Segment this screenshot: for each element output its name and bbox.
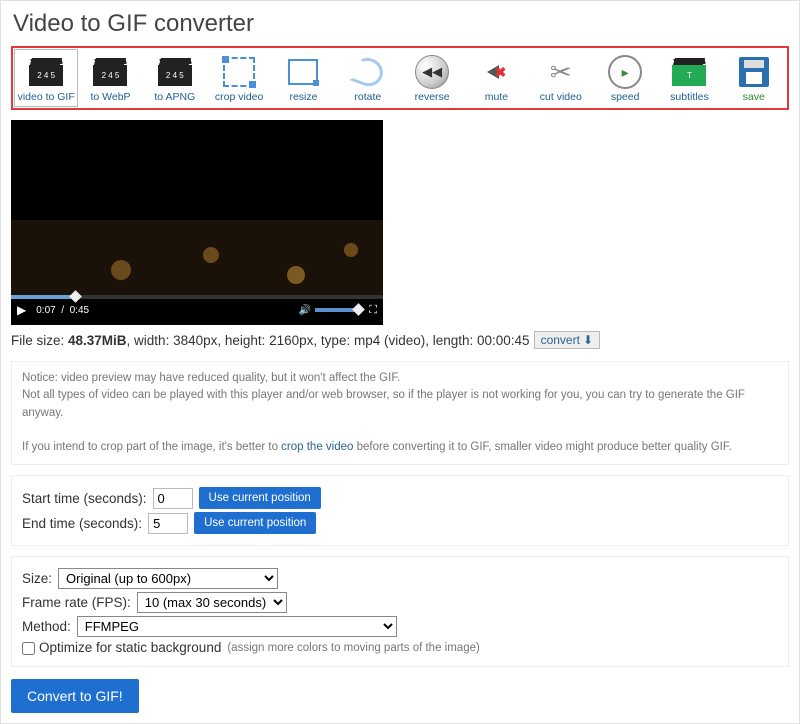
tool-to-webp[interactable]: 2 4 5to WebP	[78, 49, 142, 107]
subtitles-icon: T	[671, 54, 707, 90]
optimize-note: (assign more colors to moving parts of t…	[227, 642, 479, 654]
tool-speed[interactable]: speed	[593, 49, 657, 107]
size-select[interactable]: Original (up to 600px)	[58, 568, 278, 589]
convert-to-gif-button[interactable]: Convert to GIF!	[11, 679, 139, 713]
volume-control[interactable]: 🔊	[299, 305, 361, 316]
tool-label: subtitles	[670, 91, 709, 103]
video-controls: ▶ 0:07 / 0:45 🔊 ⛶	[11, 295, 383, 325]
end-time-label: End time (seconds):	[22, 516, 142, 531]
use-current-end-button[interactable]: Use current position	[194, 512, 316, 534]
tool-label: rotate	[354, 91, 381, 103]
tool-video-to-gif[interactable]: 2 4 5video to GIF	[14, 49, 78, 107]
toolbar: 2 4 5video to GIF 2 4 5to WebP 2 4 5to A…	[11, 46, 789, 110]
tool-label: to APNG	[154, 91, 195, 103]
resize-icon	[285, 54, 321, 90]
tool-save[interactable]: save	[722, 49, 786, 107]
fps-select[interactable]: 10 (max 30 seconds)	[137, 592, 287, 613]
rotate-icon	[350, 54, 386, 90]
tool-label: speed	[611, 91, 640, 103]
time-range-section: Start time (seconds): Use current positi…	[11, 475, 789, 546]
tool-mute[interactable]: ✖mute	[464, 49, 528, 107]
tool-label: reverse	[415, 91, 450, 103]
optimize-checkbox-label[interactable]: Optimize for static background	[22, 640, 221, 655]
reverse-icon: ◀◀	[414, 54, 450, 90]
crop-icon	[221, 54, 257, 90]
tool-crop-video[interactable]: crop video	[207, 49, 271, 107]
notice-box: Notice: video preview may have reduced q…	[11, 361, 789, 465]
tool-label: resize	[289, 91, 317, 103]
tool-label: mute	[485, 91, 508, 103]
tool-label: save	[743, 91, 765, 103]
method-select[interactable]: FFMPEG	[77, 616, 397, 637]
tool-cut-video[interactable]: ✂cut video	[529, 49, 593, 107]
mute-icon: ✖	[478, 54, 514, 90]
start-time-label: Start time (seconds):	[22, 491, 147, 506]
speed-icon	[607, 54, 643, 90]
fullscreen-button[interactable]: ⛶	[369, 304, 377, 317]
tool-subtitles[interactable]: Tsubtitles	[657, 49, 721, 107]
tool-label: crop video	[215, 91, 263, 103]
fps-label: Frame rate (FPS):	[22, 595, 131, 610]
tool-to-apng[interactable]: 2 4 5to APNG	[143, 49, 207, 107]
convert-link[interactable]: convert ⬇	[534, 331, 600, 349]
method-label: Method:	[22, 619, 71, 634]
cut-icon: ✂	[543, 54, 579, 90]
download-icon: ⬇	[583, 333, 593, 347]
play-button[interactable]: ▶	[17, 303, 26, 317]
end-time-input[interactable]	[148, 513, 188, 534]
clapper-icon: 2 4 5	[157, 54, 193, 90]
start-time-input[interactable]	[153, 488, 193, 509]
options-section: Size: Original (up to 600px) Frame rate …	[11, 556, 789, 667]
optimize-checkbox[interactable]	[22, 642, 35, 655]
tool-resize[interactable]: resize	[271, 49, 335, 107]
video-preview[interactable]: ▶ 0:07 / 0:45 🔊 ⛶	[11, 120, 383, 325]
save-icon	[736, 54, 772, 90]
file-info: File size: 48.37MiB, width: 3840px, heig…	[11, 331, 789, 349]
page-title: Video to GIF converter	[13, 10, 789, 38]
tool-rotate[interactable]: rotate	[336, 49, 400, 107]
clapper-icon: 2 4 5	[28, 54, 64, 90]
use-current-start-button[interactable]: Use current position	[199, 487, 321, 509]
tool-label: cut video	[540, 91, 582, 103]
volume-icon: 🔊	[299, 305, 311, 316]
time-display: 0:07 / 0:45	[36, 305, 299, 316]
progress-bar[interactable]	[11, 295, 383, 299]
crop-video-link[interactable]: crop the video	[281, 441, 353, 453]
tool-reverse[interactable]: ◀◀reverse	[400, 49, 464, 107]
tool-label: to WebP	[90, 91, 130, 103]
clapper-icon: 2 4 5	[92, 54, 128, 90]
size-label: Size:	[22, 571, 52, 586]
tool-label: video to GIF	[18, 91, 75, 103]
